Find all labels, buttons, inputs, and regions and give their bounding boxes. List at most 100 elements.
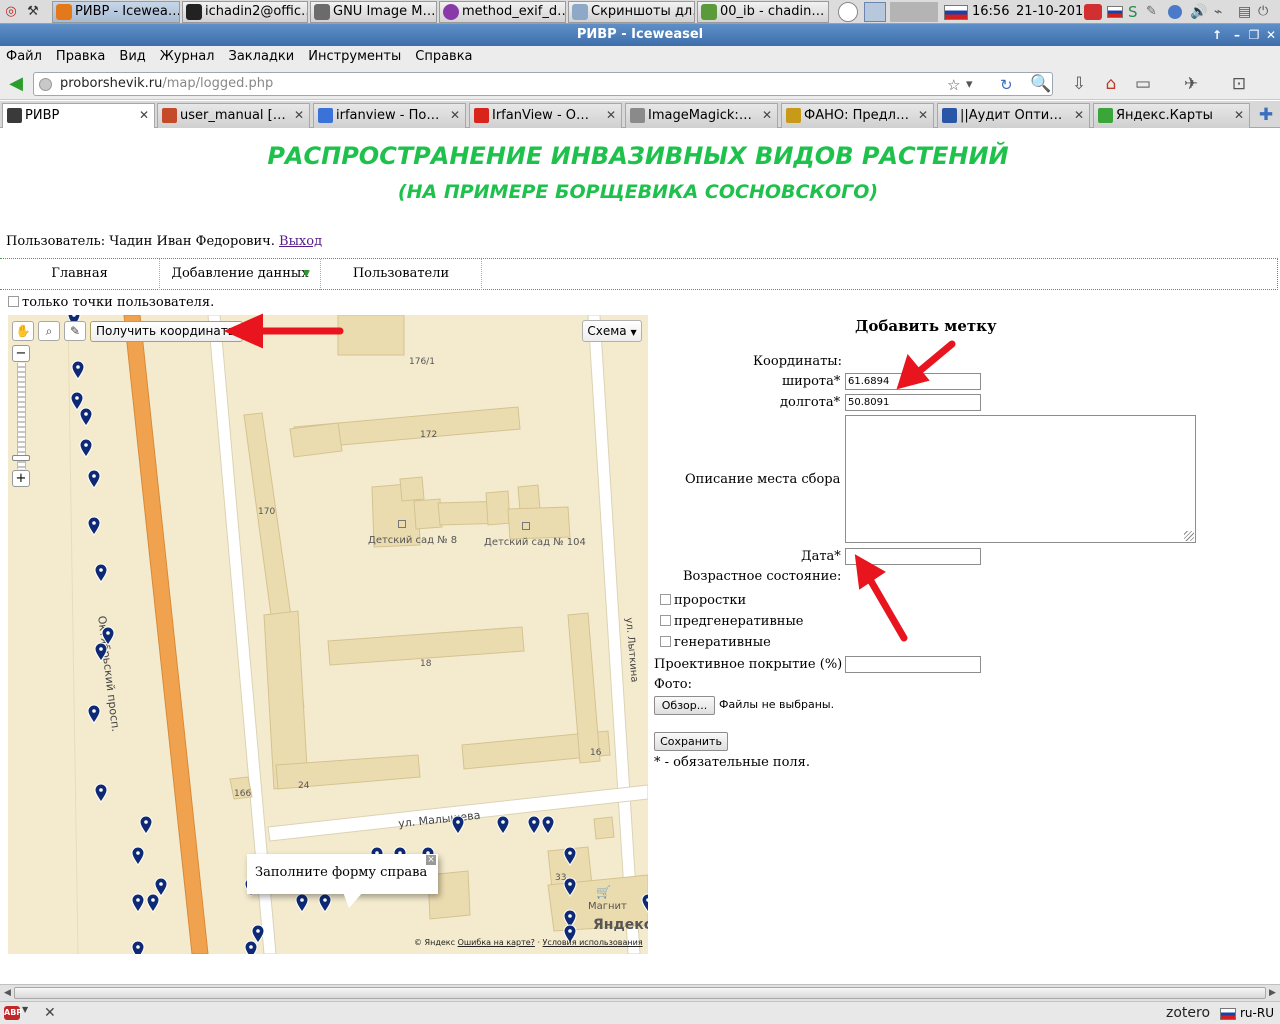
sidebar-toggle-icon[interactable]: ▭ — [1132, 72, 1154, 96]
tab-close-icon[interactable]: ✕ — [139, 104, 149, 127]
nav-home[interactable]: Главная — [0, 259, 160, 290]
new-tab-plus-icon[interactable]: ✚ — [1256, 105, 1276, 125]
longitude-input[interactable]: 50.8091 — [845, 394, 981, 411]
tray-volume-icon[interactable]: 🔊 — [1190, 2, 1207, 22]
zoom-slider-handle[interactable] — [12, 455, 30, 461]
taskbar-task-4[interactable]: method_exif_d… — [439, 1, 566, 23]
taskbar-task-2[interactable]: ichadin2@offic… — [182, 1, 308, 23]
tab-close-icon[interactable]: ✕ — [1074, 104, 1084, 127]
tray-chrome-icon[interactable] — [1168, 5, 1182, 19]
nav-add-data[interactable]: Добавление данных ▼ — [160, 259, 321, 290]
screenshot-camera-icon[interactable]: ⊡ — [1228, 72, 1250, 96]
menu-history[interactable]: Журнал — [160, 46, 215, 68]
tab-audit-optima[interactable]: ||Аудит Оптима … ✕ — [937, 103, 1090, 128]
taskbar-task-3[interactable]: GNU Image M… — [310, 1, 437, 23]
age-option-generative[interactable]: генеративные — [660, 635, 771, 650]
reload-icon[interactable]: ↻ — [1000, 75, 1013, 95]
tab-irfanview-search[interactable]: irfanview - Поиск… ✕ — [313, 103, 466, 128]
search-icon[interactable]: 🔍 — [1030, 72, 1052, 96]
get-coordinates-button[interactable]: Получить координаты — [90, 321, 244, 342]
generative-checkbox[interactable] — [660, 636, 671, 647]
specimen-marker-icon[interactable] — [79, 438, 93, 458]
scroll-right-icon[interactable]: ▶ — [1266, 987, 1279, 1000]
tab-close-icon[interactable]: ✕ — [1234, 104, 1244, 127]
specimen-marker-icon[interactable] — [87, 469, 101, 489]
tray-clipboard-icon[interactable]: ▤ — [1238, 2, 1252, 22]
taskbar-task-1[interactable]: РИВР - Icewea… — [52, 1, 180, 23]
tools-launcher-icon[interactable]: ⚒ — [24, 3, 42, 21]
menu-help[interactable]: Справка — [415, 46, 472, 68]
tray-network-icon[interactable]: ✎ — [1146, 2, 1162, 22]
window-shade-icon[interactable]: ↑ — [1208, 26, 1226, 44]
menu-edit[interactable]: Правка — [56, 46, 105, 68]
specimen-marker-icon[interactable] — [541, 815, 555, 835]
logout-link[interactable]: Выход — [279, 234, 322, 249]
specimen-marker-icon[interactable] — [641, 893, 648, 913]
url-bar[interactable]: proborshevik.ru/map/logged.php ☆ ▾ ↻ — [33, 72, 1053, 96]
zotero-button[interactable]: zotero — [1166, 1003, 1210, 1024]
magnifier-zoom-icon[interactable]: ⌕ — [38, 321, 60, 341]
tab-fano[interactable]: ФАНО: Предло… ✕ — [781, 103, 934, 128]
own-points-filter[interactable]: только точки пользователя. — [8, 295, 214, 310]
specimen-marker-icon[interactable] — [94, 642, 108, 662]
pan-hand-icon[interactable]: ✋ — [12, 321, 34, 341]
specimen-marker-icon[interactable] — [94, 563, 108, 583]
clock-date[interactable]: 21-10-2014 — [1016, 0, 1092, 24]
menu-bookmarks[interactable]: Закладки — [229, 46, 295, 68]
tab-close-icon[interactable]: ✕ — [294, 104, 304, 127]
specimen-marker-icon[interactable] — [318, 893, 332, 913]
nav-users[interactable]: Пользователи — [321, 259, 482, 290]
coverage-input[interactable] — [845, 656, 981, 673]
tab-irfanview-official[interactable]: IrfanView - Offici… ✕ — [469, 103, 622, 128]
specimen-marker-icon[interactable] — [87, 704, 101, 724]
keyboard-layout-flag-icon[interactable] — [944, 5, 968, 20]
specimen-marker-icon[interactable] — [71, 360, 85, 380]
tray-flag-icon[interactable] — [1107, 6, 1123, 18]
horizontal-scrollbar[interactable]: ◀ ▶ — [0, 984, 1280, 1001]
adblock-dropdown-icon[interactable]: ▼ — [22, 1005, 28, 1014]
age-option-sprouts[interactable]: проростки — [660, 593, 746, 608]
scrollbar-thumb[interactable] — [14, 987, 1266, 999]
tab-close-icon[interactable]: ✕ — [450, 104, 460, 127]
specimen-marker-icon[interactable] — [146, 893, 160, 913]
specimen-marker-icon[interactable] — [496, 815, 510, 835]
taskbar-task-6[interactable]: 00_ib - chadin… — [697, 1, 829, 23]
tab-close-icon[interactable]: ✕ — [762, 104, 772, 127]
specimen-marker-icon[interactable] — [244, 940, 258, 954]
adblock-icon[interactable]: ABP — [4, 1006, 22, 1020]
zoom-out-button[interactable]: − — [12, 345, 30, 362]
latitude-input[interactable]: 61.6894 — [845, 373, 981, 390]
tray-window-icon[interactable] — [864, 2, 886, 22]
age-option-pregenerative[interactable]: предгенеративные — [660, 614, 804, 629]
sprouts-checkbox[interactable] — [660, 594, 671, 605]
map-type-button[interactable]: Схема ▼ — [582, 320, 642, 342]
close-addon-bar-icon[interactable]: ✕ — [44, 1003, 56, 1024]
addon-icon[interactable]: ✈ — [1180, 72, 1202, 96]
menu-tools[interactable]: Инструменты — [308, 46, 401, 68]
start-menu-icon[interactable]: ◎ — [2, 3, 20, 21]
resize-grip-icon[interactable] — [1184, 531, 1194, 541]
tab-close-icon[interactable]: ✕ — [606, 104, 616, 127]
specimen-marker-icon[interactable] — [563, 877, 577, 897]
bookmark-star-icon[interactable]: ☆ — [947, 75, 960, 95]
url-dropdown-icon[interactable]: ▾ — [966, 75, 973, 95]
specimen-marker-icon[interactable] — [451, 815, 465, 835]
tray-power-icon[interactable]: ⏻ — [1258, 2, 1274, 22]
specimen-marker-icon[interactable] — [139, 815, 153, 835]
tray-battery-icon[interactable]: ⌁ — [1214, 2, 1230, 22]
tray-globe-icon[interactable] — [838, 2, 858, 22]
tab-close-icon[interactable]: ✕ — [918, 104, 928, 127]
scroll-left-icon[interactable]: ◀ — [1, 987, 14, 1000]
tab-imagemagick[interactable]: ImageMagick: C… ✕ — [625, 103, 778, 128]
tab-rivr[interactable]: РИВР ✕ — [2, 103, 155, 129]
window-maximize-icon[interactable]: ❐ — [1245, 26, 1263, 44]
window-minimize-icon[interactable]: – — [1228, 26, 1246, 44]
window-titlebar[interactable]: РИВР - Iceweasel ↑ – ❐ ✕ — [0, 24, 1280, 46]
browse-file-button[interactable]: Обзор... — [654, 696, 715, 715]
menu-view[interactable]: Вид — [119, 46, 145, 68]
clock-time[interactable]: 16:56 — [972, 0, 1009, 24]
zoom-in-button[interactable]: + — [12, 470, 30, 487]
specimen-marker-icon[interactable] — [563, 846, 577, 866]
tray-skype-icon[interactable]: S — [1128, 2, 1142, 22]
specimen-marker-icon[interactable] — [131, 893, 145, 913]
